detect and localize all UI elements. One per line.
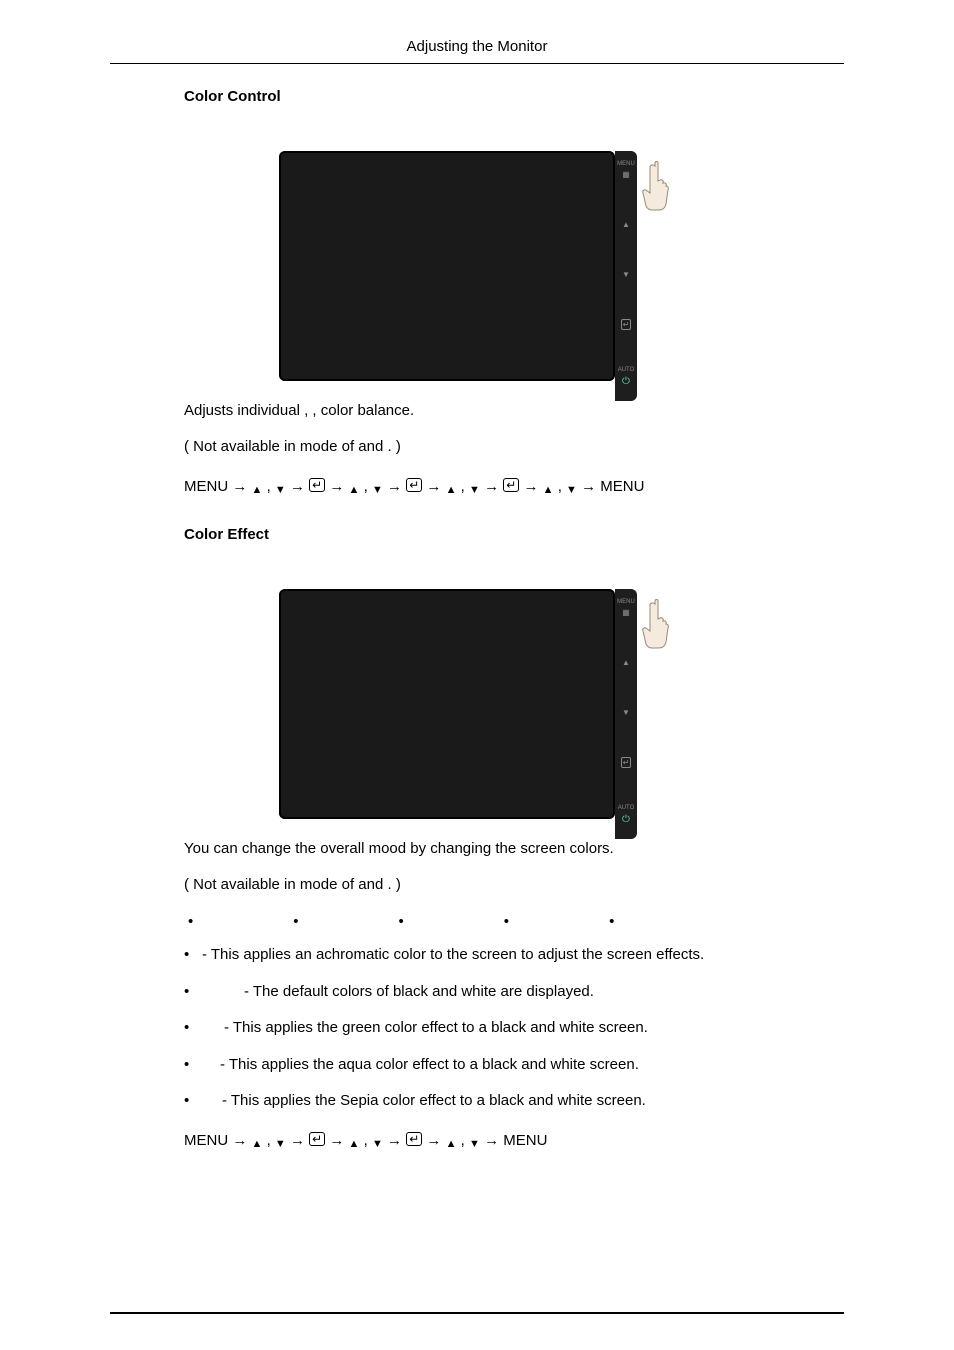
- mode-dot: [293, 913, 298, 930]
- list-item: - This applies the green color effect to…: [184, 1017, 770, 1040]
- list-item: - This applies an achromatic color to th…: [184, 944, 770, 967]
- menu-grid-icon: ▦: [615, 171, 637, 179]
- header-title: Adjusting the Monitor: [407, 38, 548, 55]
- up-triangle-icon: [446, 1129, 457, 1156]
- monitor-frame: [279, 589, 615, 819]
- hand-pointer-icon: [641, 597, 677, 653]
- down-triangle-icon: [469, 1129, 480, 1156]
- up-triangle-icon: [252, 475, 263, 502]
- up-triangle-icon: [446, 475, 457, 502]
- color-control-note: ( Not available in mode of and . ): [184, 435, 770, 459]
- up-arrow-icon: [622, 221, 630, 229]
- monitor-side-panel: MENU ▦ AUTO: [615, 151, 637, 401]
- color-effect-note: ( Not available in mode of and . ): [184, 873, 770, 897]
- color-effect-key-sequence: MENU → , → → , → → , → MENU: [184, 1127, 770, 1156]
- up-triangle-icon: [252, 1129, 263, 1156]
- down-triangle-icon: [566, 475, 577, 502]
- section-color-effect-title: Color Effect: [184, 526, 770, 543]
- down-triangle-icon: [372, 1129, 383, 1156]
- figure-color-effect: MENU ▦ AUTO: [279, 589, 675, 819]
- hand-pointer-icon: [641, 159, 677, 215]
- mode-dot: [399, 913, 404, 930]
- enter-key-icon: [406, 1132, 422, 1146]
- power-icon: [615, 377, 637, 387]
- enter-icon: [621, 321, 632, 329]
- enter-key-icon: [406, 478, 422, 492]
- monitor-side-panel: MENU ▦ AUTO: [615, 589, 637, 839]
- list-item: - This applies the aqua color effect to …: [184, 1054, 770, 1077]
- down-triangle-icon: [275, 1129, 286, 1156]
- side-label-menu: MENU: [615, 161, 637, 167]
- down-triangle-icon: [372, 475, 383, 502]
- up-triangle-icon: [349, 475, 360, 502]
- side-label-auto: AUTO: [615, 805, 637, 811]
- down-triangle-icon: [469, 475, 480, 502]
- color-effect-intro: You can change the overall mood by chang…: [184, 837, 770, 861]
- mode-dot: [504, 913, 509, 930]
- menu-grid-icon: ▦: [615, 609, 637, 617]
- header-rule: [110, 63, 844, 64]
- page-header: Adjusting the Monitor: [0, 0, 954, 63]
- figure-color-control: MENU ▦ AUTO: [279, 151, 675, 381]
- down-arrow-icon: [622, 271, 630, 279]
- mode-dot: [188, 913, 193, 930]
- monitor-frame: [279, 151, 615, 381]
- section-color-control-title: Color Control: [184, 88, 770, 105]
- footer-rule: [110, 1312, 844, 1314]
- enter-key-icon: [309, 478, 325, 492]
- side-label-auto: AUTO: [615, 367, 637, 373]
- list-item: - This applies the Sepia color effect to…: [184, 1090, 770, 1113]
- enter-key-icon: [503, 478, 519, 492]
- color-control-key-sequence: MENU → , → → , → → , → → , → MENU: [184, 473, 770, 502]
- mode-dot: [609, 913, 614, 930]
- mode-dot-row: [184, 913, 770, 930]
- down-triangle-icon: [275, 475, 286, 502]
- up-arrow-icon: [622, 659, 630, 667]
- power-icon: [615, 815, 637, 825]
- list-item: - The default colors of black and white …: [184, 981, 770, 1004]
- enter-icon: [621, 759, 632, 767]
- side-label-menu: MENU: [615, 599, 637, 605]
- down-arrow-icon: [622, 709, 630, 717]
- up-triangle-icon: [349, 1129, 360, 1156]
- up-triangle-icon: [543, 475, 554, 502]
- color-effect-list: - This applies an achromatic color to th…: [184, 944, 770, 1113]
- color-control-desc: Adjusts individual , , color balance.: [184, 399, 770, 423]
- enter-key-icon: [309, 1132, 325, 1146]
